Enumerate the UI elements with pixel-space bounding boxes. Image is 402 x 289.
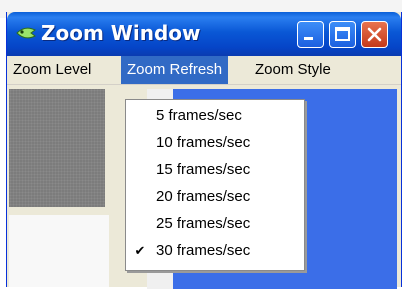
menu-option-label: 5 frames/sec (156, 107, 242, 124)
maximize-button[interactable] (329, 21, 356, 48)
menu-zoom-style[interactable]: Zoom Style (249, 56, 337, 84)
title-bar[interactable]: Zoom Window (7, 12, 401, 56)
zoom-preview-gray (9, 89, 105, 207)
close-icon (367, 27, 382, 42)
menu-option-20fps[interactable]: 20 frames/sec (126, 185, 304, 209)
maximize-icon (335, 27, 350, 41)
menu-bar: Zoom Level Zoom Refresh Zoom Style (7, 56, 401, 85)
menu-option-label: 20 frames/sec (156, 188, 251, 205)
menu-option-label: 25 frames/sec (156, 215, 251, 232)
menu-option-15fps[interactable]: 15 frames/sec (126, 158, 304, 182)
minimize-icon (304, 37, 313, 40)
menu-zoom-refresh[interactable]: Zoom Refresh (121, 56, 229, 84)
menu-option-5fps[interactable]: 5 frames/sec (126, 104, 304, 128)
minimize-button[interactable] (297, 21, 324, 48)
menu-zoom-level[interactable]: Zoom Level (7, 56, 97, 84)
menu-option-label: 10 frames/sec (156, 134, 251, 151)
menu-option-30fps[interactable]: ✔ 30 frames/sec (126, 239, 304, 263)
zoom-preview-light (9, 215, 109, 287)
close-button[interactable] (361, 21, 388, 48)
menu-option-25fps[interactable]: 25 frames/sec (126, 212, 304, 236)
menu-option-label: 30 frames/sec (156, 242, 251, 259)
menu-option-label: 15 frames/sec (156, 161, 251, 178)
window-title: Zoom Window (41, 21, 201, 45)
app-icon (15, 24, 37, 42)
checkmark-icon: ✔ (134, 243, 146, 258)
menu-option-10fps[interactable]: 10 frames/sec (126, 131, 304, 155)
zoom-refresh-dropdown: 5 frames/sec 10 frames/sec 15 frames/sec… (125, 99, 305, 271)
zoom-window: Zoom Window Zoom Level Zoom Refresh Zoom… (6, 12, 402, 289)
